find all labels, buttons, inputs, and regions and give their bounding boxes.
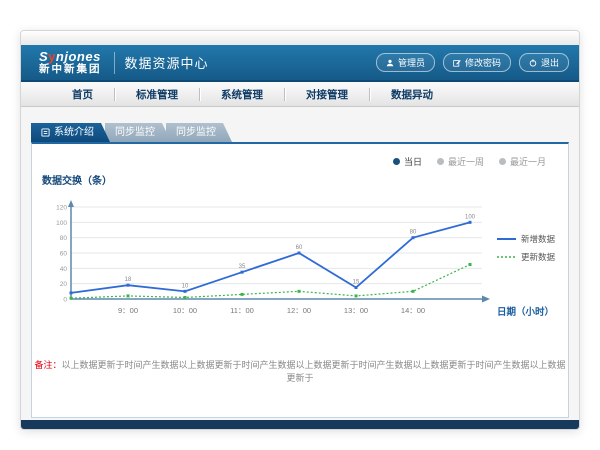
- svg-text:10：00: 10：00: [173, 306, 197, 315]
- radio-last-month[interactable]: 最近一月: [499, 155, 546, 168]
- svg-text:15: 15: [353, 280, 360, 286]
- app-title: 数据资源中心: [125, 53, 209, 72]
- header-actions: 管理员 修改密码 退出: [376, 53, 569, 72]
- brand-logo: Synjones 新中新集团: [39, 50, 102, 75]
- app-window: Synjones 新中新集团 数据资源中心 管理员 修改密码 退出 首页 标准管…: [20, 30, 580, 430]
- radio-dot-icon: [499, 158, 506, 165]
- svg-text:日期（小时）: 日期（小时）: [497, 306, 554, 318]
- nav-item-standard-mgmt[interactable]: 标准管理: [115, 87, 199, 102]
- logout-label: 退出: [541, 56, 559, 69]
- admin-user-button[interactable]: 管理员: [376, 53, 435, 72]
- main-nav: 首页 标准管理 系统管理 对接管理 数据异动: [21, 82, 579, 107]
- svg-text:20: 20: [60, 281, 68, 288]
- tab-bar: 系统介绍 同步监控 同步监控: [21, 107, 579, 142]
- footer-note-text: 以上数据更新于时间产生数据以上数据更新于时间产生数据以上数据更新于时间产生数据以…: [62, 360, 566, 383]
- window-top-strip: [21, 31, 579, 45]
- svg-text:40: 40: [60, 266, 68, 273]
- power-icon: [529, 59, 537, 67]
- svg-text:更新数据: 更新数据: [521, 252, 556, 262]
- tab-label: 同步监控: [115, 123, 155, 142]
- header-divider: [114, 52, 115, 74]
- svg-text:100: 100: [465, 214, 476, 220]
- y-axis-title: 数据交换（条）: [42, 172, 112, 187]
- svg-text:60: 60: [60, 251, 68, 258]
- tab-label: 同步监控: [176, 123, 216, 142]
- change-password-button[interactable]: 修改密码: [443, 53, 511, 72]
- edit-icon: [453, 59, 461, 67]
- radio-today[interactable]: 当日: [393, 155, 422, 168]
- admin-user-label: 管理员: [398, 56, 425, 69]
- svg-text:0: 0: [63, 297, 67, 304]
- nav-item-data-change[interactable]: 数据异动: [370, 87, 454, 102]
- tab-system-intro[interactable]: 系统介绍: [31, 123, 110, 142]
- main-content: 系统介绍 同步监控 同步监控 当日 最近一周: [21, 107, 579, 420]
- logout-button[interactable]: 退出: [519, 53, 569, 72]
- footer-note: 备注：以上数据更新于时间产生数据以上数据更新于时间产生数据以上数据更新于时间产生…: [32, 358, 568, 384]
- svg-text:9：00: 9：00: [118, 306, 138, 315]
- radio-last-week[interactable]: 最近一周: [437, 155, 484, 168]
- tab-sync-monitor-1[interactable]: 同步监控: [105, 123, 171, 142]
- footer-note-label: 备注：: [34, 360, 61, 370]
- radio-last-week-label: 最近一周: [448, 155, 484, 168]
- radio-today-label: 当日: [404, 155, 422, 168]
- svg-text:13：00: 13：00: [344, 306, 368, 315]
- range-filter: 当日 最近一周 最近一月: [393, 155, 546, 168]
- svg-text:11：00: 11：00: [230, 306, 254, 315]
- svg-text:35: 35: [239, 264, 246, 270]
- chart-panel: 当日 最近一周 最近一月 数据交换（条） 0 20 40 60 80 100 120 9：00…: [31, 142, 569, 418]
- change-password-label: 修改密码: [465, 56, 501, 69]
- radio-dot-icon: [437, 158, 444, 165]
- brand-logo-cn: 新中新集团: [39, 64, 102, 75]
- window-bottom-bar: [21, 420, 579, 429]
- svg-text:100: 100: [56, 220, 67, 227]
- svg-text:新增数据: 新增数据: [521, 234, 556, 244]
- tab-label: 系统介绍: [54, 123, 94, 142]
- brand-logo-en-rest: njones: [56, 49, 101, 64]
- nav-item-home[interactable]: 首页: [51, 87, 114, 102]
- tab-sync-monitor-2[interactable]: 同步监控: [166, 123, 232, 142]
- radio-dot-icon: [393, 158, 400, 165]
- svg-text:14：00: 14：00: [401, 306, 425, 315]
- brand-logo-en: Synjones: [39, 50, 102, 64]
- svg-text:12：00: 12：00: [287, 306, 311, 315]
- svg-text:80: 80: [60, 235, 68, 242]
- svg-text:10: 10: [182, 283, 189, 289]
- nav-item-system-mgmt[interactable]: 系统管理: [200, 87, 284, 102]
- nav-item-interface-mgmt[interactable]: 对接管理: [285, 87, 369, 102]
- app-header: Synjones 新中新集团 数据资源中心 管理员 修改密码 退出: [21, 45, 579, 82]
- svg-text:80: 80: [410, 230, 417, 236]
- svg-text:120: 120: [56, 205, 67, 212]
- svg-text:60: 60: [296, 245, 303, 251]
- line-chart: 0 20 40 60 80 100 120 9：00 10：00 11：00 12：00 13：00 1…: [42, 199, 577, 339]
- user-icon: [386, 59, 394, 67]
- radio-last-month-label: 最近一月: [510, 155, 546, 168]
- svg-text:18: 18: [125, 277, 132, 283]
- document-icon: [41, 128, 50, 137]
